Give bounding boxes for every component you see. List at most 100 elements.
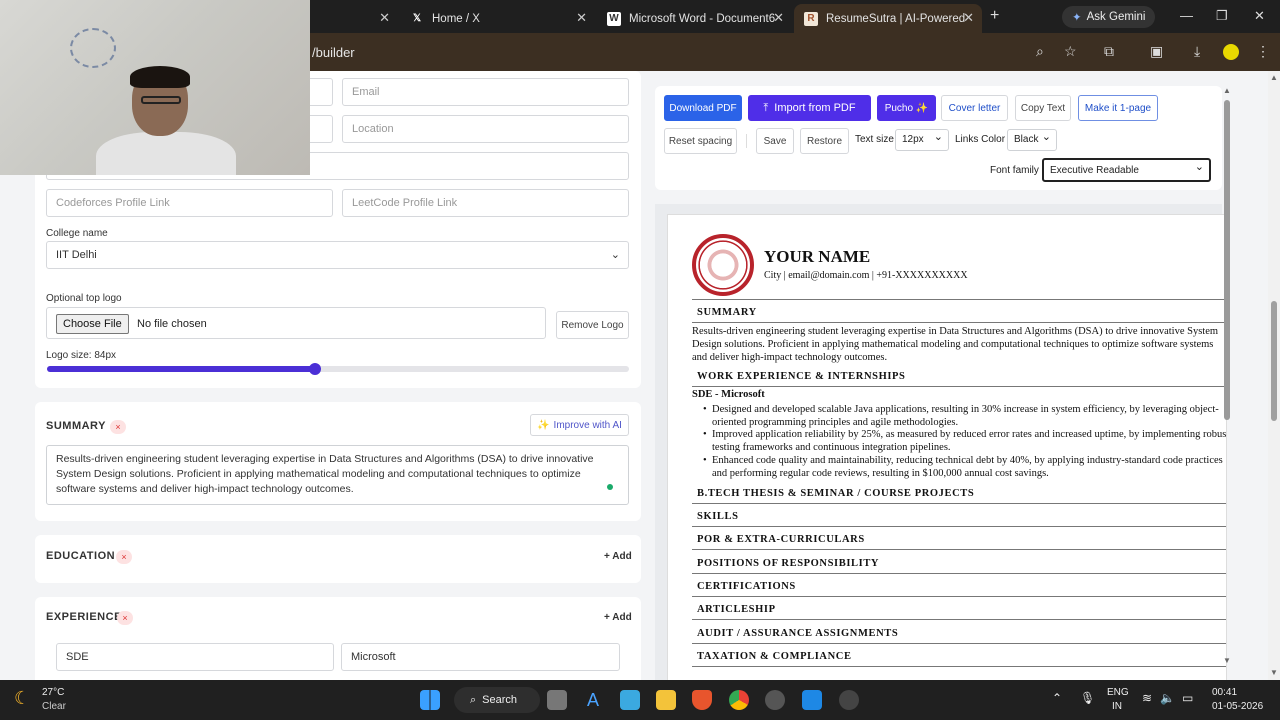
- slider-thumb[interactable]: [308, 363, 321, 375]
- browser-tab-resumesutra[interactable]: R ResumeSutra | AI-Powered ATS ✕: [794, 4, 982, 33]
- resume-bullet: Improved application reliability by 25%,…: [703, 429, 1226, 454]
- resume-section: SKILLS: [692, 509, 1226, 527]
- remove-summary-icon[interactable]: ×: [110, 420, 126, 434]
- remove-experience-icon[interactable]: ×: [117, 611, 133, 625]
- x-logo-icon: 𝕏: [412, 13, 422, 24]
- role-field[interactable]: SDE: [56, 643, 334, 671]
- scroll-thumb[interactable]: [1271, 301, 1277, 421]
- close-tab-icon[interactable]: ✕: [773, 10, 784, 26]
- header-divider: [692, 299, 1226, 300]
- github-icon[interactable]: [839, 690, 859, 710]
- close-tab-icon[interactable]: ✕: [963, 10, 974, 26]
- tab-label: ResumeSutra | AI-Powered ATS: [826, 12, 966, 25]
- resume-section: POSITIONS OF RESPONSIBILITY: [692, 556, 1226, 574]
- wifi-icon[interactable]: ≋: [1142, 691, 1152, 705]
- add-experience-button[interactable]: + Add: [604, 612, 632, 623]
- links-color-select[interactable]: Black: [1007, 127, 1057, 151]
- preview-scrollbar[interactable]: ▲ ▼: [1222, 86, 1232, 666]
- preview-pane: Download PDF ⤒ Import from PDF Pucho ✨ C…: [648, 71, 1268, 680]
- taskbar-search[interactable]: ⌕ Search: [454, 687, 540, 713]
- codeforces-field[interactable]: Codeforces Profile Link: [46, 189, 333, 217]
- add-education-button[interactable]: + Add: [604, 551, 632, 562]
- lang-indicator[interactable]: ENG: [1107, 687, 1129, 698]
- choose-file-button[interactable]: Choose File: [56, 314, 129, 334]
- remove-education-icon[interactable]: ×: [116, 550, 132, 564]
- zoom-icon[interactable]: ⌕: [1036, 43, 1044, 60]
- scroll-up-icon[interactable]: ▲: [1270, 73, 1278, 82]
- import-label: Import from PDF: [774, 102, 856, 114]
- logo-size-slider[interactable]: [47, 363, 629, 375]
- page-scrollbar[interactable]: ▲ ▼: [1268, 71, 1280, 680]
- resume-section: AUDIT / ASSURANCE ASSIGNMENTS: [692, 626, 1226, 644]
- college-select[interactable]: IIT Delhi ⌄: [46, 241, 629, 269]
- person-body: [96, 132, 236, 175]
- profile-avatar[interactable]: [1223, 44, 1239, 60]
- browser-tab-x[interactable]: 𝕏 Home / X ✕: [400, 4, 595, 33]
- task-view-icon[interactable]: [547, 690, 567, 710]
- browser-tab-word[interactable]: W Microsoft Word - Document6 ✕: [597, 4, 792, 33]
- remove-logo-button[interactable]: Remove Logo: [556, 311, 629, 339]
- scroll-up-icon[interactable]: ▲: [1223, 86, 1231, 95]
- logo-file-input[interactable]: Choose File No file chosen: [46, 307, 546, 339]
- clock-date[interactable]: 01-05-2026: [1212, 701, 1263, 712]
- url-text[interactable]: /builder: [312, 45, 355, 60]
- close-tab-icon[interactable]: ✕: [379, 10, 390, 26]
- scroll-thumb[interactable]: [1224, 100, 1230, 420]
- font-family-select[interactable]: Executive Readable: [1042, 157, 1211, 182]
- sidebar-icon[interactable]: ▣: [1150, 43, 1163, 60]
- close-tab-icon[interactable]: ✕: [576, 10, 587, 26]
- save-button[interactable]: Save: [756, 128, 794, 154]
- microphone-icon[interactable]: 🎙: [1080, 691, 1095, 705]
- download-pdf-button[interactable]: Download PDF: [664, 95, 742, 121]
- clock-time[interactable]: 00:41: [1212, 687, 1237, 698]
- battery-icon[interactable]: ▭: [1182, 691, 1193, 705]
- download-icon[interactable]: ⤓: [1194, 43, 1200, 60]
- extensions-icon[interactable]: ⧉: [1104, 43, 1114, 60]
- chevron-up-icon[interactable]: ⌃: [1052, 691, 1062, 705]
- copy-text-button[interactable]: Copy Text: [1015, 95, 1071, 121]
- windows-start-icon[interactable]: [420, 690, 440, 710]
- college-label: College name: [46, 228, 108, 239]
- scroll-down-icon[interactable]: ▼: [1270, 668, 1278, 677]
- browser-tab[interactable]: ✕: [312, 4, 398, 33]
- new-tab-icon[interactable]: +: [990, 7, 999, 25]
- import-pdf-button[interactable]: ⤒ Import from PDF: [748, 95, 871, 121]
- email-field[interactable]: Email: [342, 78, 629, 106]
- ask-gemini-button[interactable]: ✦ Ask Gemini: [1062, 6, 1156, 28]
- make-1page-button[interactable]: Make it 1-page: [1078, 95, 1158, 121]
- volume-icon[interactable]: 🔈: [1160, 691, 1175, 705]
- cover-letter-button[interactable]: Cover letter: [941, 95, 1008, 121]
- resume-summary-text: Results-driven engineering student lever…: [692, 326, 1219, 363]
- close-window-icon[interactable]: ✕: [1254, 8, 1265, 24]
- notepad-icon[interactable]: [620, 690, 640, 710]
- bookmark-star-icon[interactable]: ☆: [1064, 43, 1077, 60]
- vscode-icon[interactable]: [802, 690, 822, 710]
- summary-textarea[interactable]: Results-driven engineering student lever…: [46, 445, 629, 505]
- person-hair: [130, 66, 190, 88]
- scroll-down-icon[interactable]: ▼: [1223, 656, 1231, 665]
- file-explorer-icon[interactable]: [656, 690, 676, 710]
- app-a-icon[interactable]: A: [583, 690, 603, 710]
- webcam-overlay: [0, 0, 310, 175]
- minimize-icon[interactable]: —: [1180, 8, 1193, 23]
- weather-temp[interactable]: 27°C: [42, 687, 64, 698]
- menu-icon[interactable]: ⋮: [1256, 43, 1270, 60]
- improve-with-ai-button[interactable]: ✨ Improve with AI: [530, 414, 629, 436]
- location-field[interactable]: Location: [342, 115, 629, 143]
- ceiling-fan: [70, 28, 116, 68]
- chrome-icon[interactable]: [729, 690, 749, 710]
- company-field[interactable]: Microsoft: [341, 643, 620, 671]
- resume-toolbar: Download PDF ⤒ Import from PDF Pucho ✨ C…: [655, 86, 1222, 190]
- brave-icon[interactable]: [692, 690, 712, 710]
- reset-spacing-button[interactable]: Reset spacing: [664, 128, 737, 154]
- experience-title: EXPERIENCE: [46, 611, 122, 623]
- maximize-icon[interactable]: ❐: [1216, 8, 1228, 24]
- restore-button[interactable]: Restore: [800, 128, 849, 154]
- pucho-button[interactable]: Pucho ✨: [877, 95, 936, 121]
- app-icon[interactable]: [765, 690, 785, 710]
- region-indicator[interactable]: IN: [1112, 701, 1122, 712]
- text-size-select[interactable]: 12px: [895, 127, 949, 151]
- weather-condition[interactable]: Clear: [42, 701, 66, 712]
- weather-moon-icon: ☾: [14, 688, 31, 708]
- leetcode-field[interactable]: LeetCode Profile Link: [342, 189, 629, 217]
